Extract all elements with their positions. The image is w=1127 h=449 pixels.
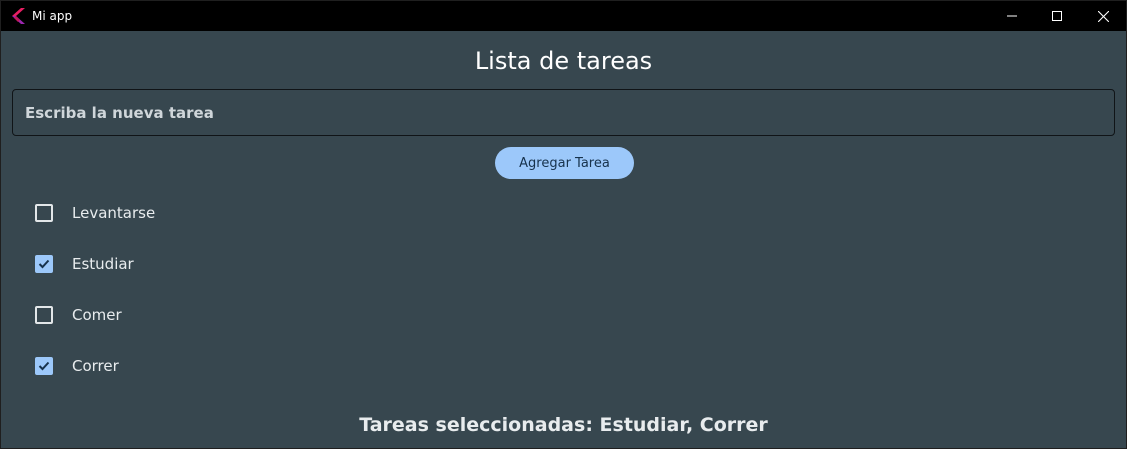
checkmark-icon — [38, 259, 50, 269]
maximize-icon — [1052, 11, 1062, 21]
task-label: Levantarse — [72, 204, 156, 222]
main-content: Lista de tareas Agregar Tarea Levantarse… — [1, 31, 1126, 448]
window-title: Mi app — [32, 9, 73, 23]
close-button[interactable] — [1080, 1, 1126, 31]
task-label: Estudiar — [72, 255, 134, 273]
selected-tasks-summary: Tareas seleccionadas: Estudiar, Correr — [359, 414, 768, 436]
minimize-icon — [1007, 11, 1017, 21]
task-item-estudiar[interactable]: Estudiar — [34, 252, 434, 276]
minimize-button[interactable] — [989, 1, 1035, 31]
checkmark-icon — [38, 361, 50, 371]
new-task-input[interactable] — [12, 89, 1115, 136]
page-title: Lista de tareas — [474, 47, 653, 75]
task-checkbox[interactable] — [35, 357, 53, 375]
title-bar[interactable]: Mi app — [1, 1, 1126, 31]
add-task-button[interactable]: Agregar Tarea — [495, 147, 634, 179]
task-item-levantarse[interactable]: Levantarse — [34, 201, 434, 225]
close-icon — [1097, 10, 1109, 22]
app-window: Mi app Lista de tareas Agregar Tarea Lev… — [0, 0, 1127, 449]
task-item-correr[interactable]: Correr — [34, 354, 434, 378]
task-label: Comer — [72, 306, 122, 324]
flutter-logo-icon — [12, 8, 26, 24]
task-checkbox[interactable] — [35, 306, 53, 324]
task-item-comer[interactable]: Comer — [34, 303, 434, 327]
task-checkbox[interactable] — [35, 204, 53, 222]
task-checkbox[interactable] — [35, 255, 53, 273]
maximize-button[interactable] — [1034, 1, 1080, 31]
task-label: Correr — [72, 357, 119, 375]
